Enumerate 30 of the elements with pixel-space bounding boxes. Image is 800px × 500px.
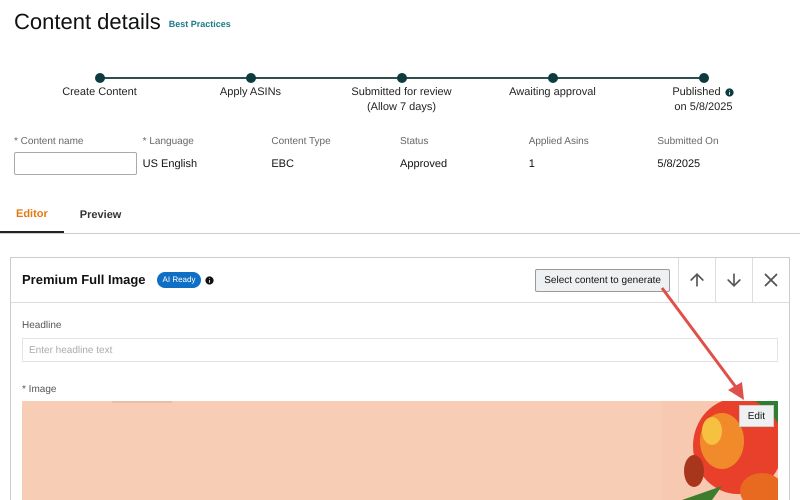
step-label: Submitted for review (Allow 7 days)	[351, 85, 452, 115]
content-name-field[interactable]	[14, 152, 137, 175]
tab[interactable]: Preview	[64, 197, 138, 233]
image-label: * Image	[22, 383, 58, 397]
step-label: Awaiting approval	[509, 85, 596, 100]
field-value: EBC	[271, 157, 295, 171]
generate-button[interactable]: Select content to generate	[535, 268, 670, 292]
best-practices-link[interactable]: Best Practices	[168, 18, 231, 31]
info-icon[interactable]	[204, 274, 216, 286]
step-label: Published	[672, 85, 721, 100]
field-value: 5/8/2025	[657, 157, 702, 171]
field-label: * Language	[142, 135, 195, 148]
field-value: US English	[142, 157, 198, 171]
module-title: Premium Full Image	[22, 271, 146, 290]
field-value: Approved	[400, 157, 448, 171]
field-value: 1	[528, 157, 536, 171]
step-label: Create Content	[62, 85, 137, 100]
step-label: Apply ASINs	[220, 85, 282, 100]
edit-button[interactable]: Edit	[738, 405, 774, 427]
info-icon[interactable]	[724, 87, 735, 98]
field-label: Status	[400, 135, 430, 148]
field-label: Applied Asins	[528, 135, 590, 148]
field-label: Content Type	[271, 135, 332, 148]
field-label: Submitted On	[657, 135, 720, 148]
headline-label: Headline	[22, 319, 62, 333]
field-label: * Content name	[14, 135, 84, 148]
ai-ready-badge: AI Ready	[156, 272, 202, 288]
page-title: Content details	[14, 8, 161, 36]
headline-field[interactable]: Enter headline text	[22, 338, 778, 362]
step-date: on 5/8/2025	[674, 100, 733, 115]
